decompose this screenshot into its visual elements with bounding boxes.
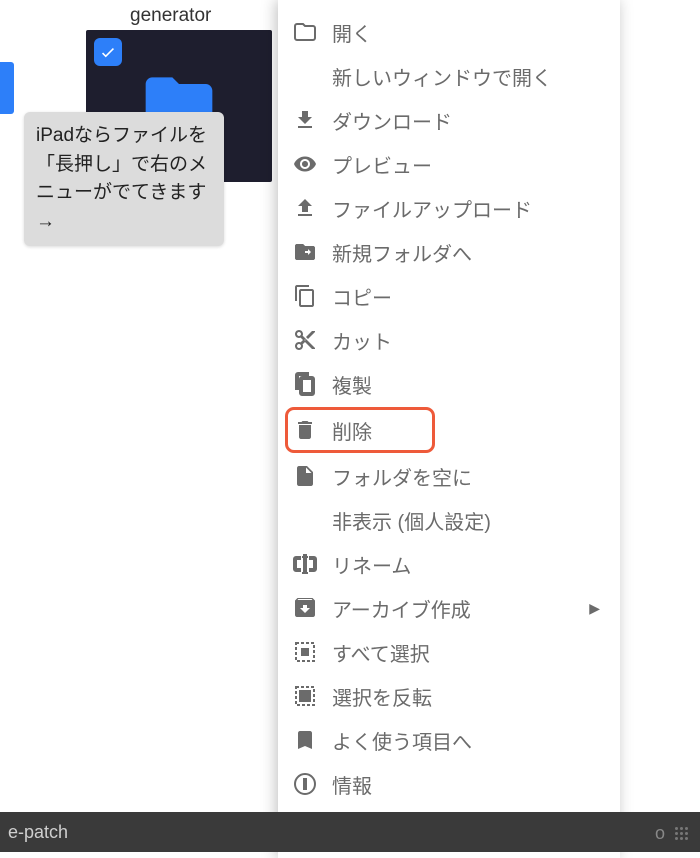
download-icon — [292, 107, 318, 133]
submenu-arrow-icon: ▶ — [589, 600, 600, 617]
upload-icon — [292, 195, 318, 221]
menu-item-empty-folder[interactable]: フォルダを空に — [278, 454, 620, 498]
menu-item-label: ダウンロード — [332, 106, 452, 135]
selection-checkmark-icon — [94, 38, 122, 66]
menu-item-new-folder[interactable]: 新規フォルダへ — [278, 230, 620, 274]
archive-icon — [292, 595, 318, 621]
menu-item-invert-selection[interactable]: 選択を反転 — [278, 674, 620, 718]
menu-item-file-upload[interactable]: ファイルアップロード — [278, 186, 620, 230]
status-bar-right-text: o — [655, 823, 665, 844]
duplicate-icon — [292, 371, 318, 397]
rename-icon — [292, 551, 318, 577]
instruction-tooltip: iPadならファイルを「長押し」で右のメニューがでてきます→ — [24, 112, 224, 246]
menu-item-label: 削除 — [332, 416, 372, 445]
menu-item-download[interactable]: ダウンロード — [278, 98, 620, 142]
eye-icon — [292, 151, 318, 177]
menu-item-info[interactable]: 情報 — [278, 762, 620, 806]
menu-item-delete[interactable]: 削除 — [286, 408, 434, 452]
menu-item-label: リネーム — [332, 550, 411, 579]
menu-item-label: 非表示 (個人設定) — [332, 506, 491, 535]
menu-item-open[interactable]: 開く — [278, 10, 620, 54]
menu-item-label: すべて選択 — [332, 638, 430, 667]
folder-label: generator — [130, 5, 211, 27]
copy-icon — [292, 283, 318, 309]
trash-icon — [292, 417, 318, 443]
menu-item-label: アーカイブ作成 — [332, 594, 471, 623]
menu-item-label: プレビュー — [332, 150, 432, 179]
select-all-icon — [292, 639, 318, 665]
menu-item-label: 新規フォルダへ — [332, 238, 472, 267]
status-bar-left-text: e-patch — [8, 822, 68, 843]
menu-item-label: ファイルアップロード — [332, 194, 532, 223]
menu-item-duplicate[interactable]: 複製 — [278, 362, 620, 406]
menu-item-hide-personal[interactable]: 非表示 (個人設定) — [278, 498, 620, 542]
menu-item-preview[interactable]: プレビュー — [278, 142, 620, 186]
context-menu: 開く 新しいウィンドウで開く ダウンロード プレビュー ファイルアップロード 新… — [278, 0, 620, 858]
bookmark-icon — [292, 727, 318, 753]
status-bar: e-patch o — [0, 812, 700, 852]
menu-item-copy[interactable]: コピー — [278, 274, 620, 318]
menu-item-label: カット — [332, 326, 392, 355]
info-icon — [292, 771, 318, 797]
menu-item-label: 選択を反転 — [332, 682, 432, 711]
partial-folder-edge — [0, 62, 14, 114]
folder-open-icon — [292, 19, 318, 45]
menu-item-rename[interactable]: リネーム — [278, 542, 620, 586]
menu-item-label: フォルダを空に — [332, 462, 472, 491]
resize-grip-icon[interactable] — [675, 827, 688, 840]
empty-folder-icon — [292, 463, 318, 489]
menu-item-archive[interactable]: アーカイブ作成 ▶ — [278, 586, 620, 630]
menu-item-label: コピー — [332, 282, 392, 311]
menu-item-label: 新しいウィンドウで開く — [332, 62, 552, 91]
menu-item-label: 複製 — [332, 370, 372, 399]
menu-item-cut[interactable]: カット — [278, 318, 620, 362]
invert-selection-icon — [292, 683, 318, 709]
new-folder-icon — [292, 239, 318, 265]
menu-item-label: 情報 — [332, 770, 372, 799]
menu-item-label: 開く — [332, 18, 372, 47]
menu-item-select-all[interactable]: すべて選択 — [278, 630, 620, 674]
menu-item-favorites[interactable]: よく使う項目へ — [278, 718, 620, 762]
menu-item-open-new-window[interactable]: 新しいウィンドウで開く — [278, 54, 620, 98]
menu-item-label: よく使う項目へ — [332, 726, 472, 755]
cut-icon — [292, 327, 318, 353]
